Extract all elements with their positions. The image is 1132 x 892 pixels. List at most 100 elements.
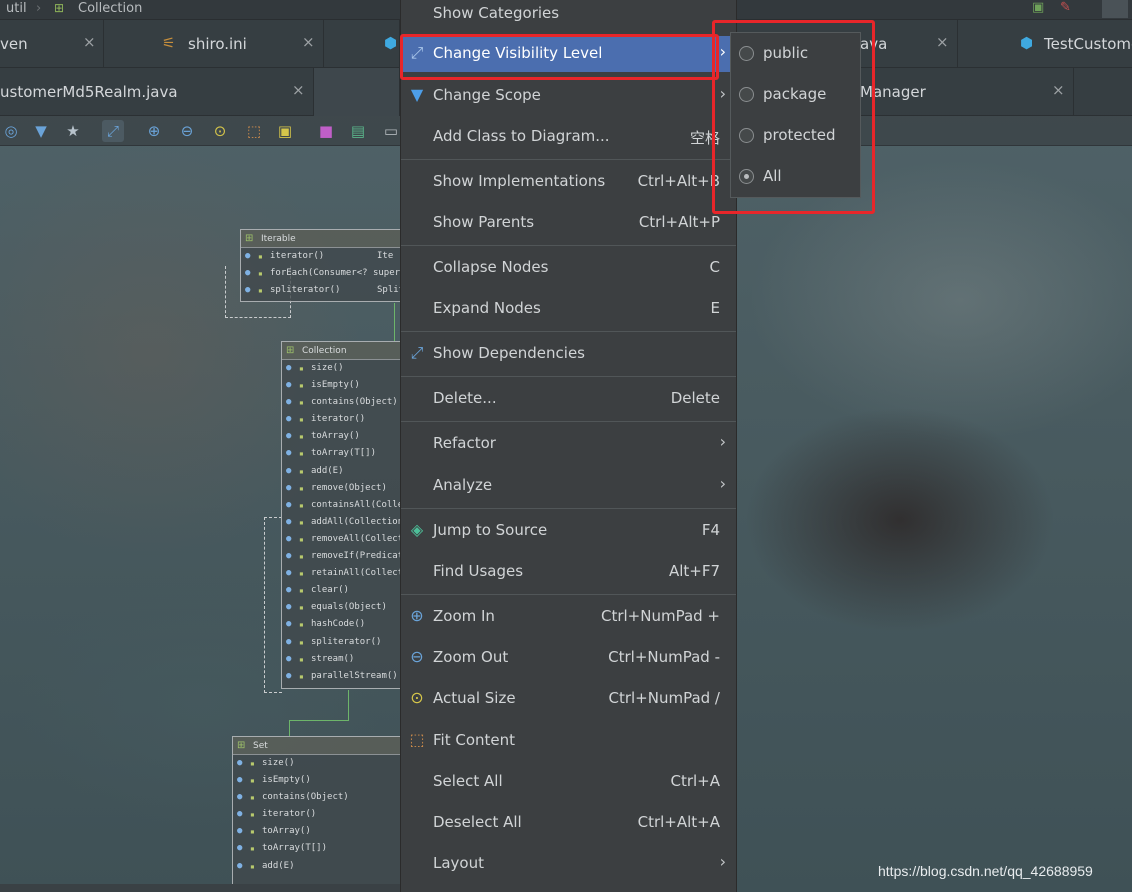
public-lock-icon: ▪ [299, 534, 304, 544]
public-lock-icon: ▪ [299, 415, 304, 425]
breadcrumb-item-collection[interactable]: Collection [78, 1, 142, 16]
uml-member-row[interactable]: ● ▪ equals(Object) [282, 599, 408, 616]
menu-separator [401, 159, 736, 160]
highlight-box [712, 20, 875, 214]
menu-item-layout[interactable]: Layout › [401, 846, 736, 882]
menu-item-actual-size[interactable]: ⊙ Actual Size Ctrl+NumPad / [401, 681, 736, 717]
menu-item-refactor[interactable]: Refactor › [401, 426, 736, 462]
menu-item-delete[interactable]: Delete... Delete [401, 381, 736, 417]
uml-member-row[interactable]: ● ▪ contains(Object) [233, 789, 407, 806]
chevron-right-icon: › [719, 474, 726, 493]
chevron-right-icon: › [719, 432, 726, 451]
uml-member-row[interactable]: ● ▪ containsAll(Collection [282, 497, 408, 514]
tab-customer-md5-realm[interactable]: ustomerMd5Realm.java × [0, 68, 314, 116]
uml-member-name: retainAll(Collection< [311, 568, 408, 579]
breadcrumb-item-util[interactable]: util [6, 1, 27, 16]
menu-item-shortcut: F4 [701, 521, 720, 539]
show-members-icon[interactable]: ★ [62, 120, 84, 142]
uml-member-row[interactable]: ● ▪ add(E) [233, 858, 407, 875]
zoom-in-icon[interactable]: ⊕ [143, 120, 165, 142]
build-icon[interactable]: ▣ [1032, 0, 1058, 18]
uml-member-row[interactable]: ● ▪ iterator() Ite [241, 248, 409, 265]
settings-file-icon: ⚟ [162, 34, 176, 52]
uml-member-row[interactable]: ● ▪ isEmpty() [233, 772, 407, 789]
export-icon[interactable]: ▤ [347, 120, 369, 142]
uml-member-row[interactable]: ● ▪ toArray(T[]) [233, 840, 407, 857]
actual-size-icon[interactable]: ⊙ [209, 120, 231, 142]
uml-member-row[interactable]: ● ▪ remove(Object) [282, 480, 408, 497]
uml-member-row[interactable]: ● ▪ size() [233, 755, 407, 772]
menu-item-show-implementations[interactable]: Show Implementations Ctrl+Alt+B [401, 164, 736, 200]
uml-node-collection[interactable]: ⊞ Collection ● ▪ size() ● ▪ isEmpty() ● ▪ contai… [281, 341, 409, 689]
uml-member-row[interactable]: ● ▪ parallelStream() [282, 668, 408, 685]
uml-member-row[interactable]: ● ▪ size() [282, 360, 408, 377]
show-categories-icon[interactable]: ◎ [0, 120, 22, 142]
public-lock-icon: ▪ [299, 398, 304, 408]
uml-member-row[interactable]: ● ▪ contains(Object) [282, 394, 408, 411]
dependencies-icon: ⤢ [410, 343, 424, 362]
close-icon[interactable]: × [302, 33, 315, 51]
tab-shiro-ini[interactable]: ⚟ shiro.ini × [104, 20, 324, 68]
uml-member-row[interactable]: ● ▪ hashCode() [282, 616, 408, 633]
uml-member-row[interactable]: ● ▪ spliterator() [282, 634, 408, 651]
menu-item-collapse-nodes[interactable]: Collapse Nodes C [401, 250, 736, 286]
uml-member-row[interactable]: ● ▪ forEach(Consumer<? super T [241, 265, 409, 282]
menu-item-show-categories[interactable]: Show Categories [401, 0, 736, 32]
tab-test-customer[interactable]: ⬢ TestCustome [958, 20, 1132, 68]
menu-item-label: Show Categories [433, 4, 560, 22]
uml-member-row[interactable]: ● ▪ removeAll(Collection [282, 531, 408, 548]
close-icon[interactable]: × [292, 81, 305, 99]
close-icon[interactable]: × [83, 33, 96, 51]
uml-member-name: add(E) [311, 465, 344, 476]
uml-member-row[interactable]: ● ▪ retainAll(Collection< [282, 565, 408, 582]
menu-item-change-scope[interactable]: ▼ Change Scope › [401, 78, 736, 114]
save-icon[interactable]: ■ [315, 120, 337, 142]
public-lock-icon: ▪ [258, 269, 263, 279]
uml-member-row[interactable]: ● ▪ toArray(T[]) [282, 445, 408, 462]
menu-item-jump-to-source[interactable]: ◈ Jump to Source F4 [401, 513, 736, 549]
filter-icon[interactable]: ▼ [30, 120, 52, 142]
menu-item-fit-content[interactable]: ⬚ Fit Content [401, 723, 736, 759]
menu-item-zoom-in[interactable]: ⊕ Zoom In Ctrl+NumPad + [401, 599, 736, 635]
menu-item-zoom-out[interactable]: ⊖ Zoom Out Ctrl+NumPad - [401, 640, 736, 676]
public-lock-icon: ▪ [299, 449, 304, 459]
menu-item-select-all[interactable]: Select All Ctrl+A [401, 764, 736, 800]
menu-item-show-parents[interactable]: Show Parents Ctrl+Alt+P [401, 205, 736, 241]
uml-member-row[interactable]: ● ▪ isEmpty() [282, 377, 408, 394]
fit-content-icon[interactable]: ⬚ [243, 120, 265, 142]
zoom-out-icon[interactable]: ⊖ [176, 120, 198, 142]
menu-item-analyze[interactable]: Analyze › [401, 468, 736, 504]
uml-member-row[interactable]: ● ▪ addAll(Collection<? [282, 514, 408, 531]
hammer-icon[interactable]: ✎ [1060, 0, 1086, 18]
close-icon[interactable]: × [1052, 81, 1065, 99]
layout-icon[interactable]: ▣ [274, 120, 296, 142]
method-icon: ● [286, 380, 292, 391]
uml-node-set[interactable]: ⊞ Set ● ▪ size() ● ▪ isEmpty() ● ▪ contains(Obje… [232, 736, 408, 892]
tab-maven[interactable]: ven × [0, 20, 104, 68]
uml-member-row[interactable]: ● ▪ clear() [282, 582, 408, 599]
uml-member-row[interactable]: ● ▪ iterator() [282, 411, 408, 428]
method-icon: ● [286, 568, 292, 579]
tab-active-diagram[interactable] [314, 68, 400, 116]
menu-item-add-class[interactable]: Add Class to Diagram... 空格 [401, 119, 736, 155]
menu-item-find-usages[interactable]: Find Usages Alt+F7 [401, 554, 736, 590]
window-button[interactable] [1102, 0, 1128, 18]
uml-member-row[interactable]: ● ▪ add(E) [282, 463, 408, 480]
uml-member-row[interactable]: ● ▪ toArray() [282, 428, 408, 445]
uml-member-row[interactable]: ● ▪ removeIf(Predicate< [282, 548, 408, 565]
menu-item-show-dependencies[interactable]: ⤢ Show Dependencies [401, 336, 736, 372]
uml-node-iterable[interactable]: ⊞ Iterable ● ▪ iterator() Ite ● ▪ forEach(Cons… [240, 229, 410, 302]
uml-member-row[interactable]: ● ▪ stream() [282, 651, 408, 668]
method-icon: ● [245, 285, 251, 296]
print-icon[interactable]: ▭ [380, 120, 402, 142]
close-icon[interactable]: × [936, 33, 949, 51]
tab-java-class[interactable]: ⬢ [324, 20, 400, 68]
diagram-context-menu: Show Categories ⤢ Change Visibility Leve… [400, 0, 737, 892]
uml-member-row[interactable]: ● ▪ toArray() [233, 823, 407, 840]
uml-member-row[interactable]: ● ▪ iterator() [233, 806, 407, 823]
menu-item-deselect-all[interactable]: Deselect All Ctrl+Alt+A [401, 805, 736, 841]
uml-member-row[interactable]: ● ▪ spliterator() Splite [241, 282, 409, 299]
visibility-icon[interactable]: ⤢ [102, 120, 124, 142]
menu-item-expand-nodes[interactable]: Expand Nodes E [401, 291, 736, 327]
public-lock-icon: ▪ [250, 810, 255, 820]
